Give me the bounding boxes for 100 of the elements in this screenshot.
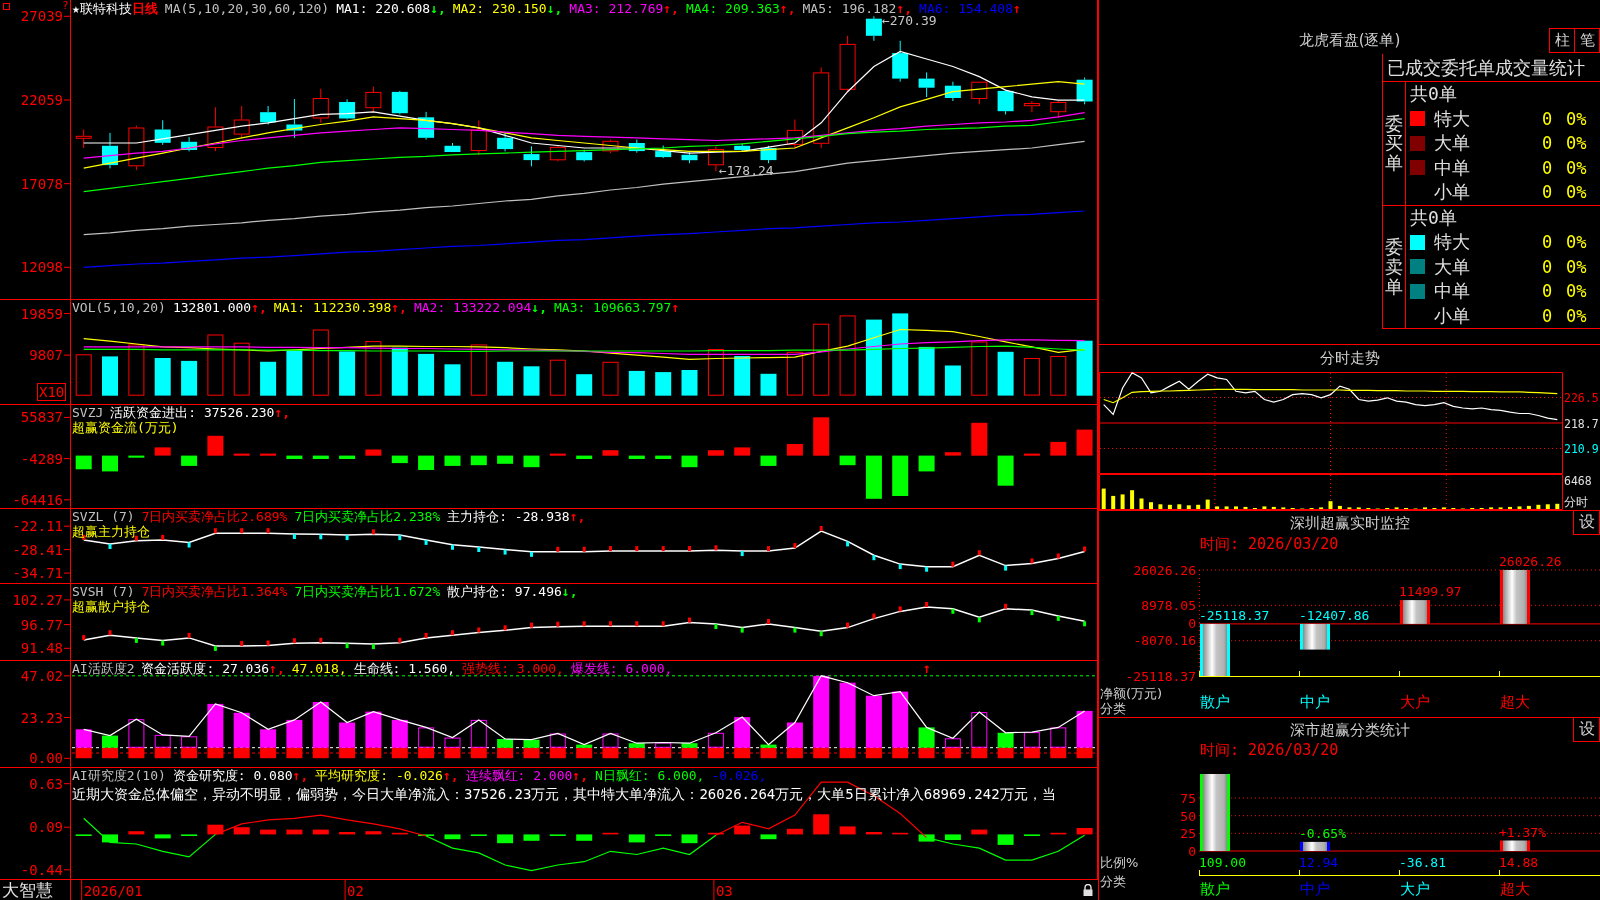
- legend-text: 生命线: 1.560,: [353, 661, 456, 676]
- candle: [734, 142, 751, 152]
- legend-text: 散户持仓: 97.496: [447, 584, 562, 599]
- legend-text: 平均研究度: -0.026: [315, 768, 443, 783]
- bar: [523, 747, 540, 759]
- time-label: 时间: 2026/03/20: [1200, 741, 1339, 759]
- view-toggle-button[interactable]: 笔: [1574, 27, 1600, 53]
- legend-text: 活跃资金进出: 37526.230: [110, 405, 275, 420]
- bar: [655, 742, 672, 748]
- bar: [1023, 747, 1040, 759]
- candle: [260, 105, 277, 125]
- bar: [207, 703, 224, 748]
- legend-text: ↑,: [274, 405, 291, 420]
- bar: [892, 747, 909, 759]
- legend-text: ↑,: [442, 768, 459, 783]
- candle: [418, 111, 435, 141]
- legend-text: MA1: 220.608: [336, 1, 431, 16]
- legend-text: 资金研究度: 0.080: [172, 768, 293, 783]
- legend-text: ↓,: [531, 300, 547, 315]
- bar: [734, 747, 751, 759]
- date-label: 2026/01: [83, 883, 143, 899]
- legend-text: ↑,: [391, 300, 407, 315]
- legend-text: ↑,: [572, 768, 588, 783]
- candle: [918, 71, 935, 98]
- candle: [628, 139, 645, 154]
- legend-text: VOL(5,10,20): [72, 300, 166, 315]
- legend-text: ↑,: [251, 300, 267, 315]
- legend-text: ↓,: [546, 1, 563, 16]
- legend-text: 7日内买卖净占比2.238%: [294, 509, 441, 524]
- chart-caption: 超赢主力持仓: [72, 524, 150, 539]
- legend-text: MA3: 109663.797: [554, 300, 672, 315]
- value-label: -25118.37: [1199, 607, 1270, 623]
- order-count: 0: [1542, 280, 1553, 303]
- scale-label: X10: [37, 383, 67, 401]
- axis-label: -64416: [12, 491, 63, 508]
- axis-title: 比例%: [1100, 855, 1139, 870]
- bar: [1076, 710, 1093, 748]
- axis-label: -22.11: [12, 518, 63, 535]
- category-label: 超大: [1500, 693, 1530, 711]
- axis-label: 102.27: [12, 591, 63, 608]
- legend-text: MA3: 212.769: [569, 1, 664, 16]
- axis-label: 47.02: [20, 667, 63, 684]
- axis-label: 23.23: [20, 709, 63, 726]
- signal-arrow: ↑: [922, 660, 931, 676]
- axis-label: 27039: [20, 8, 63, 25]
- legend-text: ↑,: [292, 768, 309, 783]
- bar: [286, 747, 303, 759]
- bar: [444, 737, 461, 748]
- corner-mark: ?: [62, 0, 69, 11]
- bar: [233, 712, 250, 748]
- category-label: 超大: [1500, 880, 1530, 898]
- axis-label: 0.63: [29, 775, 63, 792]
- bar: [128, 747, 145, 759]
- legend-text: 连续飘红: 2.000: [465, 768, 573, 783]
- bar: [154, 747, 171, 759]
- bar: [839, 747, 856, 759]
- candle: [602, 139, 619, 154]
- bar: [470, 747, 487, 759]
- settings-button[interactable]: 设: [1573, 718, 1600, 742]
- candle: [444, 142, 461, 153]
- value-label: 12.94: [1299, 855, 1339, 870]
- legend-text: ↓,: [430, 1, 446, 16]
- legend-text: MA4: 209.363: [685, 1, 780, 16]
- axis-label: 0.09: [29, 819, 63, 836]
- category-label: 大户: [1400, 880, 1430, 898]
- candle: [1050, 100, 1067, 119]
- date-label: 02: [347, 883, 364, 899]
- order-total: 共0单: [1410, 83, 1457, 104]
- order-share: 0%: [1566, 280, 1587, 303]
- legend-text: ↑,: [779, 1, 796, 16]
- candle: [286, 98, 303, 139]
- square-icon: [3, 3, 10, 10]
- bar: [971, 712, 988, 748]
- bar: [997, 747, 1014, 759]
- order-count: 0: [1542, 107, 1553, 130]
- bar: [628, 747, 645, 759]
- axis-title: 分类: [1100, 701, 1126, 716]
- value-label: 14.88: [1499, 855, 1539, 870]
- axis-label: 96.77: [20, 616, 63, 633]
- legend-text: 7日内买卖净占比2.689%: [141, 509, 288, 524]
- legend-text: ↑,: [896, 1, 913, 16]
- candle: [75, 129, 92, 149]
- chart-note: ←270.39: [881, 13, 937, 29]
- order-count: 0: [1542, 255, 1553, 278]
- legend-text: ↑,: [663, 1, 679, 16]
- panel-title: 深圳超赢实时监控: [1289, 513, 1410, 533]
- axis-label: 9807: [29, 347, 63, 364]
- legend-text: 7日内买卖净占比1.364%: [141, 584, 288, 599]
- legend-text: SVSH (7): [72, 584, 135, 599]
- legend-text: 资金活跃度: 27.036: [141, 661, 270, 676]
- category-label: 散户: [1200, 693, 1230, 711]
- order-share: 0%: [1566, 255, 1587, 278]
- candle: [892, 40, 909, 83]
- order-share: 0%: [1566, 132, 1587, 155]
- axis-label: -25118.37: [1125, 668, 1196, 684]
- settings-button[interactable]: 设: [1573, 511, 1600, 535]
- view-toggle-button[interactable]: 柱: [1549, 27, 1575, 53]
- candle: [497, 132, 514, 152]
- candle: [576, 149, 593, 162]
- bar: [391, 747, 408, 759]
